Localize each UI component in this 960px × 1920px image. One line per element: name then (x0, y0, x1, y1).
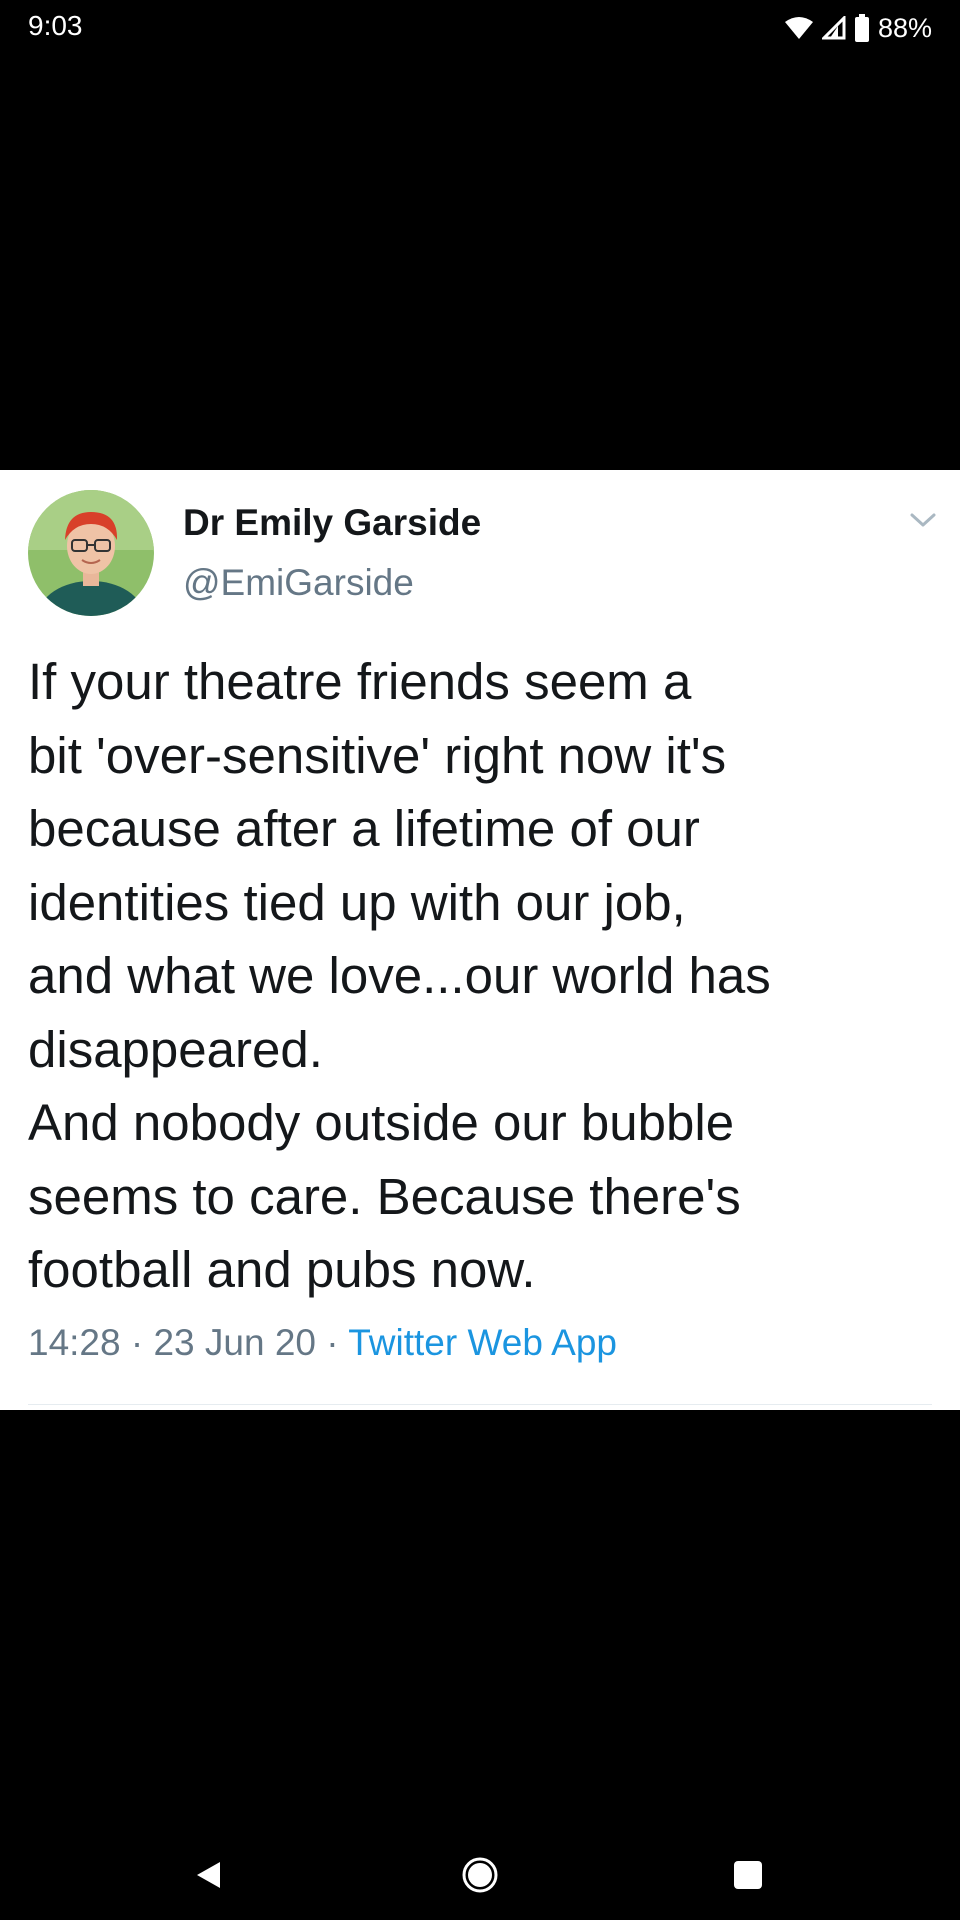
divider (28, 1404, 932, 1405)
tweet-text-line: because after a lifetime of our (28, 800, 700, 857)
tweet-text: If your theatre friends seem a bit 'over… (28, 645, 938, 1307)
battery-icon (854, 14, 870, 42)
status-bar: 9:03 88% (0, 0, 960, 56)
status-time: 9:03 (28, 10, 83, 41)
battery-percentage: 88% (877, 12, 932, 43)
tweet-text-line: identities tied up with our job, (28, 873, 686, 931)
tweet-time[interactable]: 14:28 (28, 1322, 121, 1363)
home-icon[interactable] (455, 1850, 505, 1900)
meta-separator: · (130, 1322, 144, 1363)
recent-apps-icon[interactable] (723, 1850, 773, 1900)
tweet-text-line: football and pubs now. (28, 1241, 536, 1298)
status-icons: 88% (784, 10, 932, 46)
cellular-signal-icon (821, 16, 846, 40)
tweet-text-line: disappeared. (28, 1020, 323, 1078)
avatar[interactable] (28, 490, 154, 616)
tweet-text-line: bit 'over-sensitive' right now it's (28, 726, 727, 784)
display-name[interactable]: Dr Emily Garside (183, 502, 481, 544)
back-icon[interactable] (183, 1850, 233, 1900)
chevron-down-icon[interactable] (908, 508, 938, 532)
tweet-card[interactable]: Dr Emily Garside @EmiGarside If your the… (0, 470, 960, 1410)
user-handle[interactable]: @EmiGarside (183, 562, 414, 604)
tweet-text-line: If your theatre friends seem a (28, 653, 692, 710)
tweet-date[interactable]: 23 Jun 20 (153, 1322, 316, 1363)
tweet-text-line: and what we love...our world has (28, 947, 771, 1004)
navigation-bar (0, 1830, 960, 1920)
tweet-text-line: seems to care. Because there's (28, 1167, 741, 1225)
meta-separator: · (326, 1322, 339, 1363)
wifi-icon (784, 16, 814, 40)
tweet-source-link[interactable]: Twitter Web App (348, 1322, 617, 1363)
tweet-metadata: 14:28 · 23 Jun 20 · Twitter Web App (28, 1322, 617, 1364)
tweet-text-line: And nobody outside our bubble (28, 1094, 735, 1151)
